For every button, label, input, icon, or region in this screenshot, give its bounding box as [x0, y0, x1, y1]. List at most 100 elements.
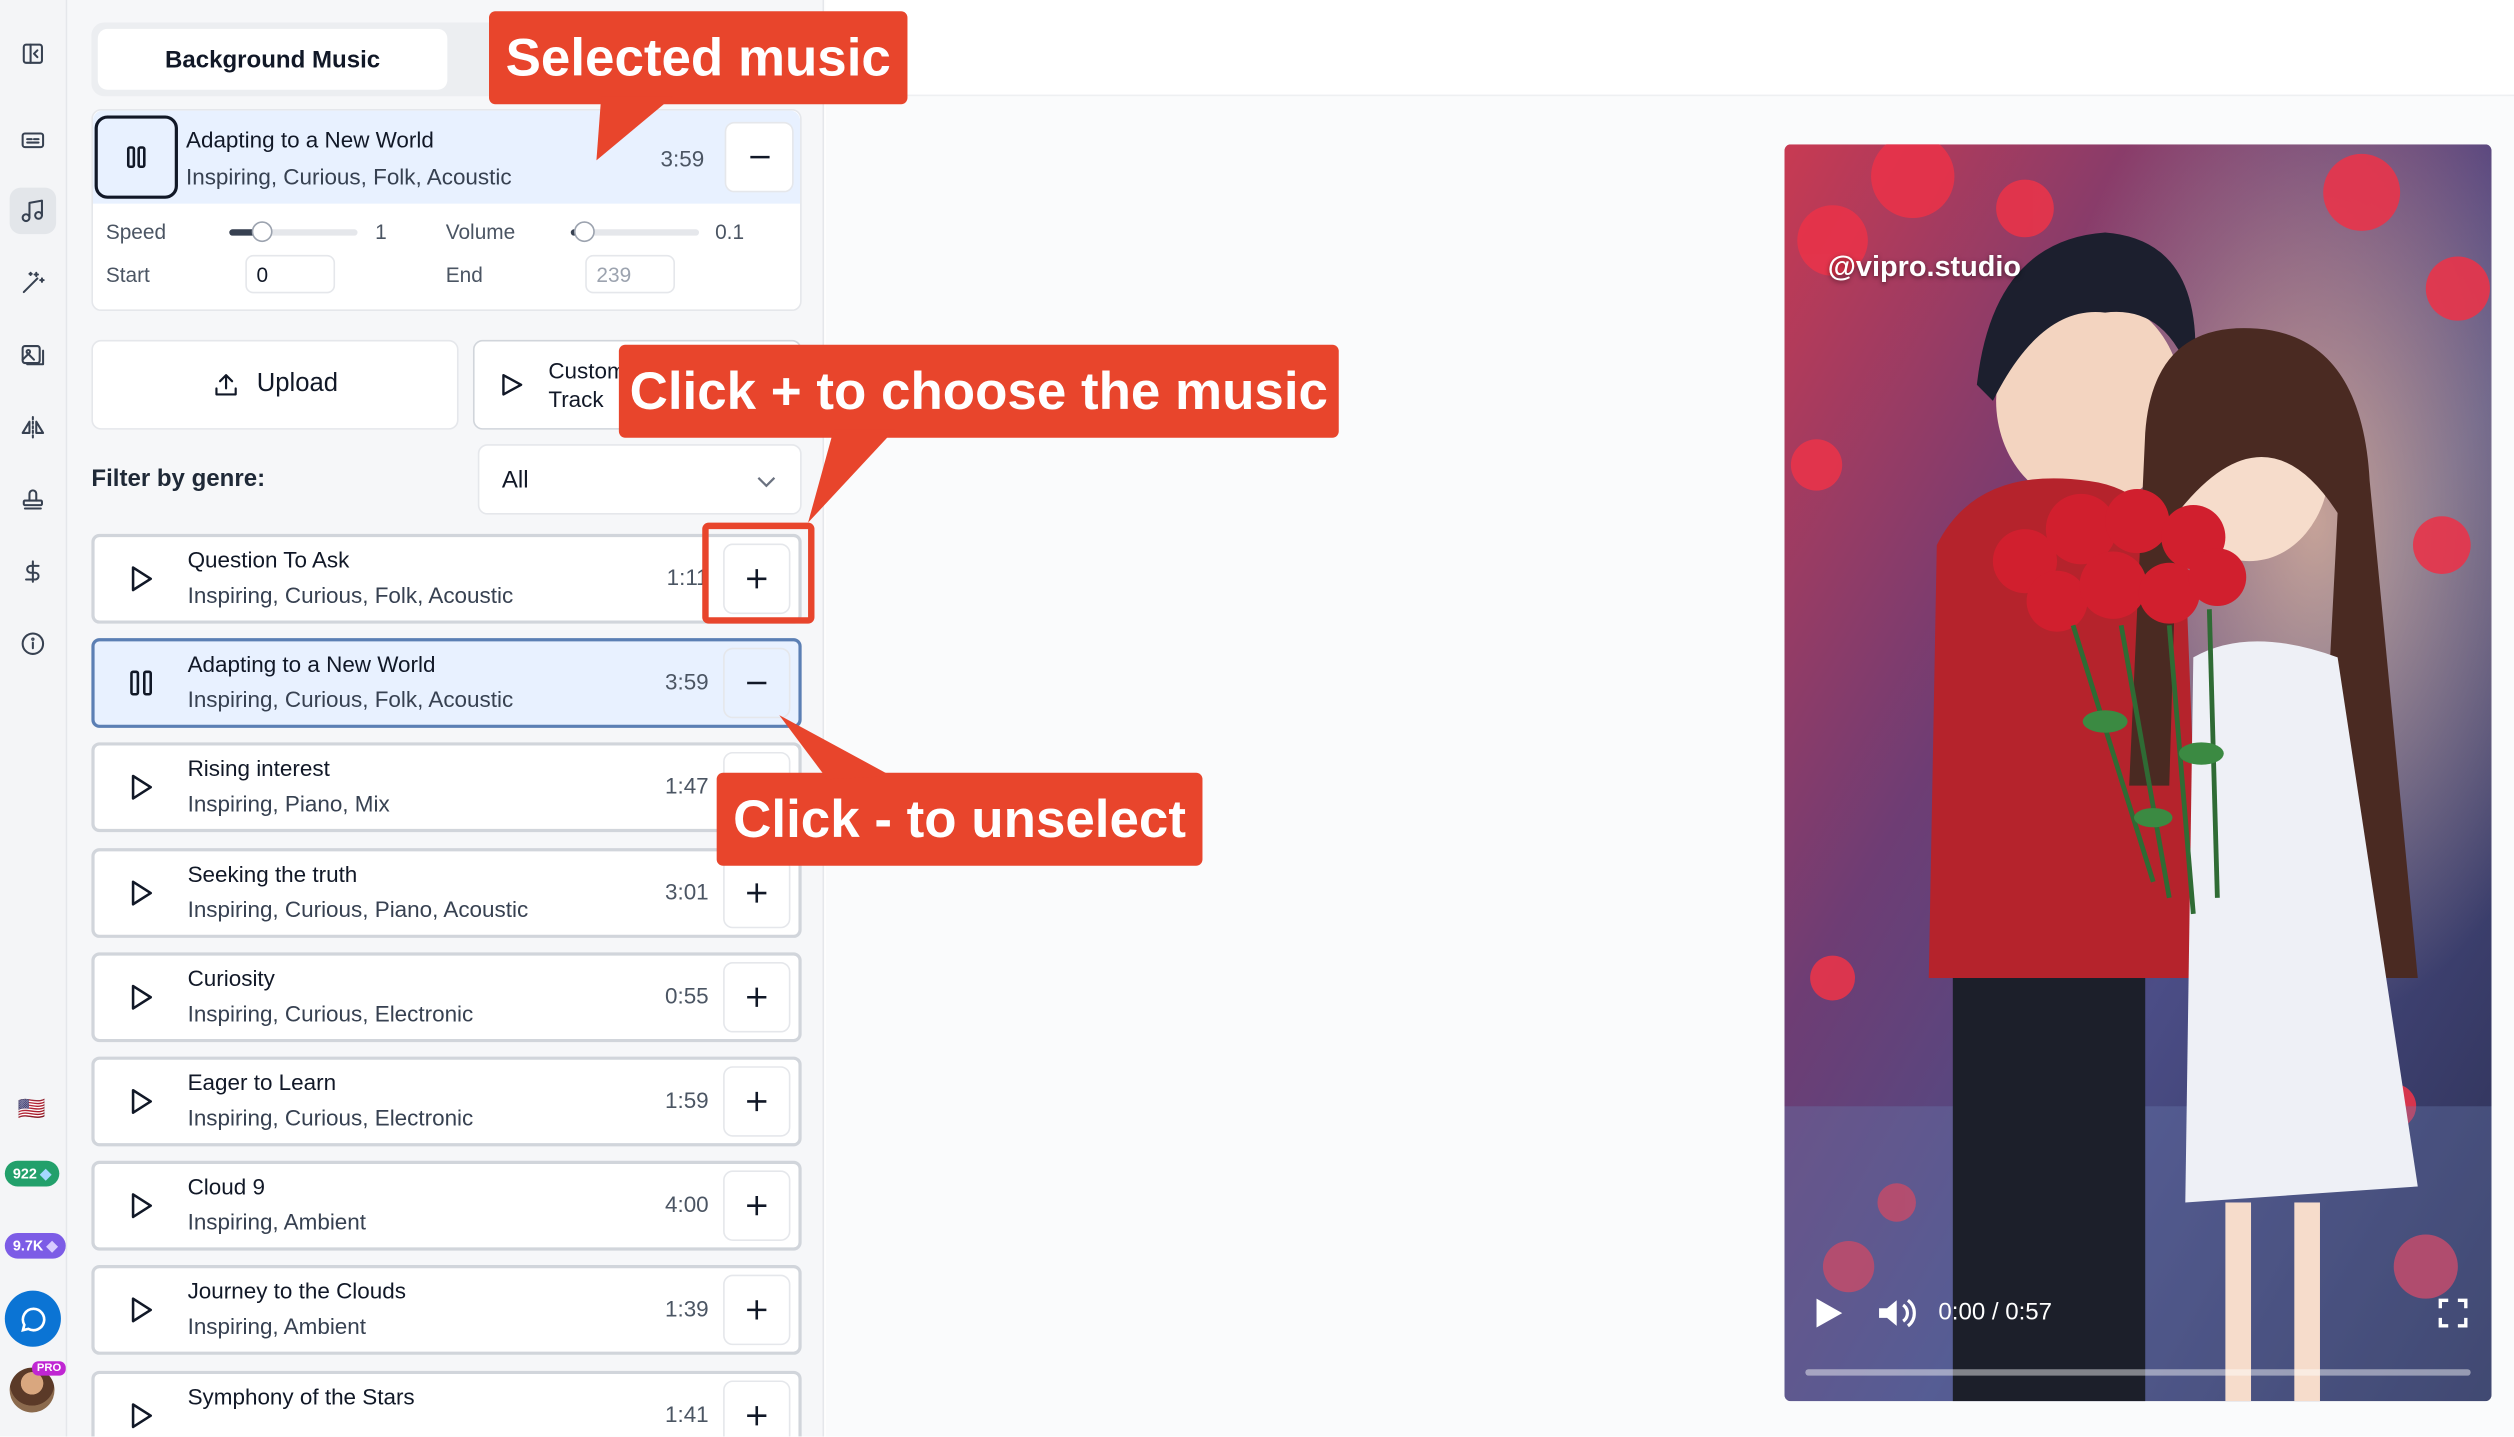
volume-slider[interactable]	[570, 221, 700, 243]
gem-icon: ◆	[46, 1236, 58, 1253]
genre-select-value: All	[501, 466, 529, 494]
add-track-button[interactable]	[723, 1170, 791, 1242]
track-row[interactable]: Cloud 9 Inspiring, Ambient 4:00	[91, 1161, 802, 1251]
points-badge[interactable]: 9.7K ◆	[4, 1232, 66, 1259]
plus-icon	[747, 1091, 767, 1112]
add-track-button[interactable]	[723, 1275, 791, 1346]
music-icon[interactable]	[9, 187, 57, 235]
end-input[interactable]: 239	[585, 254, 675, 294]
collapse-icon[interactable]	[10, 30, 56, 76]
language-flag-icon[interactable]: 🇺🇸	[18, 1095, 46, 1122]
music-panel: Background Music Adapting to a New World…	[67, 0, 825, 1437]
chat-button[interactable]	[4, 1290, 61, 1347]
track-row[interactable]: Symphony of the Stars 1:41	[91, 1370, 802, 1437]
video-frame-illustration	[1784, 144, 2492, 1402]
upload-button[interactable]: Upload	[91, 339, 459, 430]
pro-badge: PRO	[32, 1361, 67, 1376]
captions-icon[interactable]	[10, 117, 56, 163]
volume-slider-knob[interactable]	[573, 221, 595, 243]
volume-icon	[1879, 1298, 1916, 1328]
play-icon	[131, 1402, 152, 1428]
track-tags: Inspiring, Curious, Folk, Acoustic	[187, 686, 514, 713]
track-title: Cloud 9	[187, 1173, 265, 1200]
play-icon	[131, 775, 152, 801]
track-title: Journey to the Clouds	[187, 1278, 406, 1305]
play-icon	[502, 373, 523, 396]
track-row[interactable]: Journey to the Clouds Inspiring, Ambient 1…	[91, 1265, 802, 1356]
custom-track-label-line2: Track	[548, 386, 604, 413]
minus-icon	[747, 682, 767, 685]
track-tags: Inspiring, Curious, Piano, Acoustic	[187, 895, 529, 922]
genre-select[interactable]: All	[477, 444, 802, 515]
callout-selected-music: Selected music	[489, 11, 908, 105]
plus-icon	[747, 1300, 767, 1321]
play-icon	[131, 566, 152, 592]
images-icon[interactable]	[10, 332, 56, 378]
track-row[interactable]: Adapting to a New World Inspiring, Curiou…	[91, 638, 802, 729]
callout-click-plus: Click + to choose the music	[618, 344, 1339, 438]
start-label: Start	[105, 262, 150, 287]
icon-rail: 🇺🇸 922 ◆ 9.7K ◆ PRO	[0, 0, 68, 1437]
info-icon[interactable]	[10, 620, 56, 666]
flip-icon[interactable]	[10, 404, 56, 450]
speed-label: Speed	[105, 219, 167, 244]
volume-value: 0.1	[715, 219, 745, 244]
gem-icon: ◆	[40, 1164, 52, 1181]
end-label: End	[445, 262, 483, 287]
track-row[interactable]: Eager to Learn Inspiring, Curious, Electr…	[91, 1056, 802, 1147]
add-track-button[interactable]	[723, 857, 791, 928]
track-title: Eager to Learn	[187, 1069, 337, 1096]
tab-background-music[interactable]: Background Music	[97, 28, 448, 90]
plus-icon	[747, 1405, 767, 1425]
track-title: Adapting to a New World	[187, 651, 436, 677]
fullscreen-icon	[2438, 1298, 2468, 1328]
dollar-icon[interactable]	[10, 548, 56, 594]
add-track-button[interactable]	[723, 1066, 791, 1137]
credits-badge[interactable]: 922 ◆	[4, 1160, 60, 1187]
chat-icon	[20, 1306, 45, 1332]
track-duration: 1:59	[664, 1087, 709, 1113]
remove-selected-button[interactable]	[724, 121, 794, 193]
upload-icon	[215, 374, 237, 396]
video-player[interactable]: @vipro.studio 0:00 / 0:57	[1784, 144, 2492, 1402]
add-track-button[interactable]	[723, 1379, 791, 1437]
track-title: Question To Ask	[187, 546, 350, 573]
video-play-icon	[1816, 1298, 1843, 1328]
highlight-add-button	[702, 522, 815, 624]
track-duration: 1:41	[664, 1400, 709, 1427]
preview-topbar	[825, 0, 2514, 97]
remove-track-button[interactable]	[723, 648, 791, 719]
track-row[interactable]: Rising interest Inspiring, Piano, Mix 1:47	[91, 742, 802, 833]
track-tags: Inspiring, Curious, Folk, Acoustic	[187, 581, 514, 608]
selected-track-tags: Inspiring, Curious, Folk, Acoustic	[185, 163, 512, 190]
track-tags: Inspiring, Ambient	[187, 1313, 367, 1340]
speed-slider[interactable]	[229, 221, 358, 243]
track-duration: 1:39	[664, 1296, 709, 1322]
track-row[interactable]: Seeking the truth Inspiring, Curious, Pia…	[91, 847, 802, 938]
speed-value: 1	[375, 219, 387, 244]
plus-icon	[747, 882, 767, 903]
credits-value: 922	[12, 1165, 37, 1182]
minus-icon	[749, 155, 769, 159]
plus-icon	[747, 1196, 767, 1216]
video-progress-bar[interactable]	[1805, 1369, 2471, 1376]
track-row[interactable]: Curiosity Inspiring, Curious, Electronic 0…	[91, 952, 802, 1042]
pause-button[interactable]	[94, 115, 178, 199]
track-title: Seeking the truth	[187, 860, 358, 886]
track-duration: 3:59	[664, 668, 709, 695]
video-watermark: @vipro.studio	[1827, 250, 2022, 283]
filter-genre-label: Filter by genre:	[91, 464, 266, 493]
start-input[interactable]: 0	[245, 254, 336, 294]
speed-slider-knob[interactable]	[251, 221, 273, 243]
callout-click-minus: Click - to unselect	[716, 772, 1203, 866]
track-title: Curiosity	[187, 964, 275, 991]
play-icon	[131, 1298, 152, 1324]
stamp-icon[interactable]	[10, 476, 56, 522]
track-row[interactable]: Question To Ask Inspiring, Curious, Folk,…	[91, 533, 802, 624]
track-duration: 0:55	[664, 982, 709, 1009]
track-tags: Inspiring, Curious, Electronic	[187, 1000, 474, 1026]
track-title: Rising interest	[187, 755, 330, 782]
add-track-button[interactable]	[723, 961, 791, 1033]
magic-wand-icon[interactable]	[10, 260, 56, 306]
track-duration: 3:01	[664, 877, 709, 904]
